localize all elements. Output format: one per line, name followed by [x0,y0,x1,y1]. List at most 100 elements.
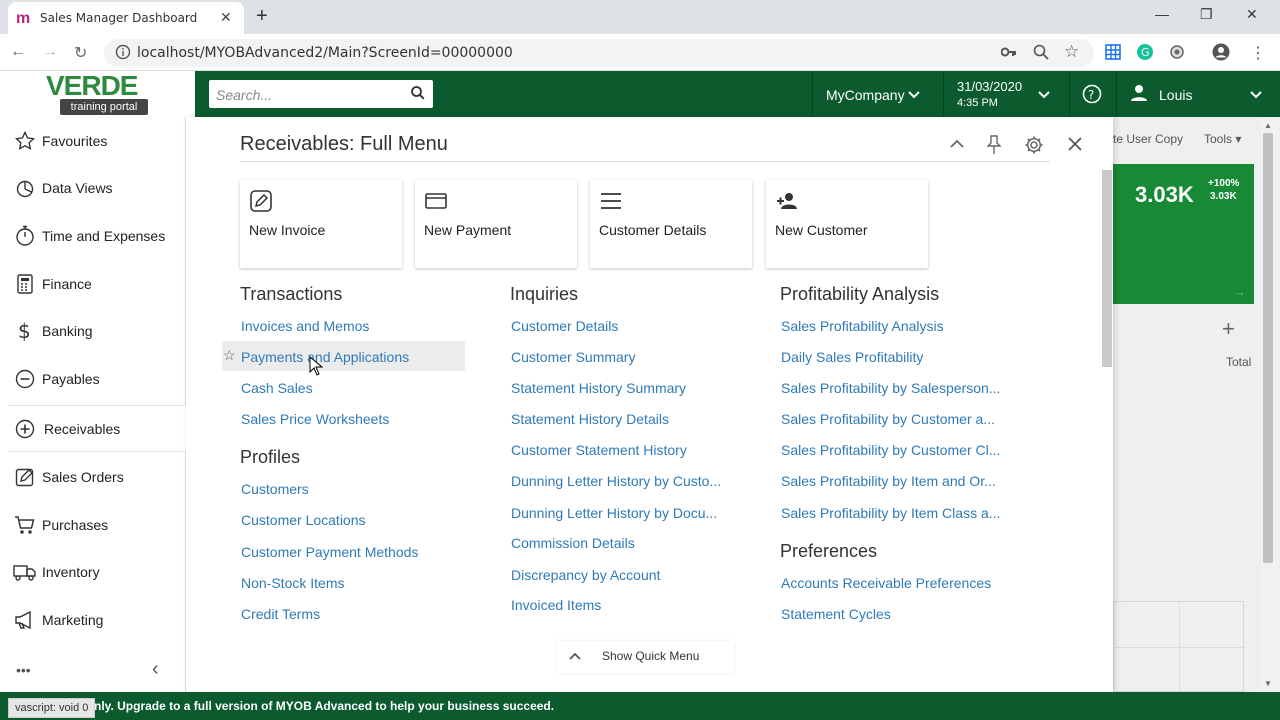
link-customer-payment-methods[interactable]: Customer Payment Methods [241,544,418,560]
quick-customer-details[interactable]: Customer Details [590,180,752,268]
arrow-right-icon[interactable]: → [1233,284,1246,299]
new-tab-button[interactable]: + [256,5,268,28]
svg-text:?: ? [1088,88,1094,102]
add-person-icon [776,190,798,212]
help-icon[interactable]: ? [1082,84,1102,104]
total-column-header: Total [1226,355,1252,369]
section-title-inquiries: Inquiries [510,284,579,304]
link-payments-and-applications[interactable]: Payments and Applications [241,349,409,365]
restore-icon[interactable]: ❐ [1200,6,1213,23]
nav-item-data-views[interactable]: Data Views [8,166,186,210]
nav-item-sales-orders[interactable]: Sales Orders [8,455,186,499]
nav-item-favourites[interactable]: Favourites [8,119,186,163]
close-panel-icon[interactable] [1068,137,1082,151]
link-inquiry[interactable]: Dunning Letter History by Docu... [511,505,717,521]
header-divider [1069,71,1070,117]
left-navigation: Favourites Data Views Time and Expenses … [8,117,186,692]
show-quick-menu-button[interactable]: Show Quick Menu [557,641,734,673]
pin-icon[interactable] [987,135,1001,155]
more-icon[interactable]: ••• [16,662,31,678]
info-icon[interactable] [115,44,131,60]
search-placeholder: Search... [216,87,273,103]
plus-circle-icon [8,419,42,439]
link-sales-price-worksheets[interactable]: Sales Price Worksheets [241,411,389,427]
company-selector[interactable]: MyCompany [812,71,943,117]
truck-icon [8,562,42,582]
kpi-sub-value: 3.03K [1210,191,1237,202]
kpi-tile[interactable]: 3.03K +100% 3.03K → [1113,164,1254,304]
link-inquiry[interactable]: Customer Statement History [511,442,687,458]
link-profitability[interactable]: Sales Profitability by Salesperson... [781,380,1000,396]
profile-icon[interactable] [1212,43,1230,61]
settings-gear-icon[interactable] [1024,135,1044,155]
close-window-icon[interactable]: ✕ [1246,6,1258,23]
forward-icon[interactable]: → [42,43,58,61]
favorite-star-icon[interactable]: ☆ [223,347,236,364]
scroll-up-icon[interactable]: ▲ [1264,121,1272,130]
link-inquiry[interactable]: Customer Summary [511,349,635,365]
add-widget-icon[interactable]: + [1222,316,1235,342]
nav-item-marketing[interactable]: Marketing [8,598,186,642]
quick-new-invoice[interactable]: New Invoice [240,180,402,268]
nav-label: Data Views [42,180,113,196]
back-icon[interactable]: ← [10,43,26,61]
panel-scrollbar-thumb[interactable] [1102,170,1112,367]
nav-item-finance[interactable]: Finance [8,262,186,306]
quick-new-customer[interactable]: New Customer [766,180,928,268]
link-customer-locations[interactable]: Customer Locations [241,512,366,528]
link-profitability[interactable]: Sales Profitability by Item and Or... [781,473,996,489]
user-menu[interactable]: Louis [1116,71,1280,117]
scroll-down-icon[interactable]: ▼ [1264,679,1272,688]
browser-tab[interactable]: m Sales Manager Dashboard ✕ [8,2,244,34]
link-ar-preferences[interactable]: Accounts Receivable Preferences [781,575,991,591]
nav-item-inventory[interactable]: Inventory [8,550,186,594]
grammarly-icon[interactable]: G [1137,44,1153,60]
link-inquiry[interactable]: Invoiced Items [511,597,601,613]
browser-menu-icon[interactable]: ⋮ [1250,43,1266,63]
nav-item-purchases[interactable]: Purchases [8,503,186,547]
date-selector[interactable]: 31/03/2020 4:35 PM [943,71,1069,117]
kpi-percent: +100% [1208,178,1240,189]
quick-new-payment[interactable]: New Payment [415,180,577,268]
cart-icon [8,515,42,535]
reload-icon[interactable]: ↻ [74,43,87,63]
link-invoices-and-memos[interactable]: Invoices and Memos [241,318,369,334]
nav-item-receivables[interactable]: Receivables [8,405,186,452]
link-profitability[interactable]: Sales Profitability by Customer Cl... [781,442,1000,458]
link-profitability[interactable]: Sales Profitability Analysis [781,318,944,334]
link-inquiry[interactable]: Statement History Details [511,411,669,427]
link-inquiry[interactable]: Customer Details [511,318,618,334]
search-icon[interactable] [410,84,426,102]
extension-grid-icon[interactable] [1105,44,1121,60]
link-profitability[interactable]: Sales Profitability by Customer a... [781,411,995,427]
tools-label: Tools [1204,132,1233,146]
link-inquiry[interactable]: Commission Details [511,535,635,551]
collapse-icon[interactable]: ‹ [152,658,159,681]
link-cash-sales[interactable]: Cash Sales [241,380,313,396]
link-credit-terms[interactable]: Credit Terms [241,606,320,622]
nav-item-payables[interactable]: Payables [8,357,186,401]
extension-circle-icon[interactable] [1169,44,1185,60]
bookmark-star-icon[interactable]: ☆ [1064,42,1079,62]
zoom-icon[interactable] [1033,44,1049,60]
chevron-up-icon[interactable] [950,139,964,149]
link-inquiry[interactable]: Discrepancy by Account [511,567,660,583]
url-text[interactable]: localhost/MYOBAdvanced2/Main?ScreenId=00… [137,45,513,61]
toolbar-copy-button[interactable]: te User Copy [1113,132,1183,146]
link-customers[interactable]: Customers [241,481,309,497]
search-input[interactable]: Search... [209,80,433,108]
key-icon[interactable] [1001,45,1017,59]
nav-item-time-and-expenses[interactable]: Time and Expenses [8,214,186,258]
link-profitability[interactable]: Sales Profitability by Item Class a... [781,505,1000,521]
nav-item-banking[interactable]: $ Banking [8,309,186,353]
link-statement-cycles[interactable]: Statement Cycles [781,606,891,622]
close-tab-icon[interactable]: ✕ [220,9,232,26]
link-non-stock-items[interactable]: Non-Stock Items [241,575,344,591]
tools-menu-button[interactable]: Tools ▾ [1204,132,1241,146]
link-inquiry[interactable]: Dunning Letter History by Custo... [511,473,721,489]
minimize-icon[interactable]: — [1155,6,1169,22]
link-profitability[interactable]: Daily Sales Profitability [781,349,923,365]
calculator-icon [8,274,42,294]
link-inquiry[interactable]: Statement History Summary [511,380,686,396]
page-scrollbar-thumb[interactable] [1263,133,1273,563]
